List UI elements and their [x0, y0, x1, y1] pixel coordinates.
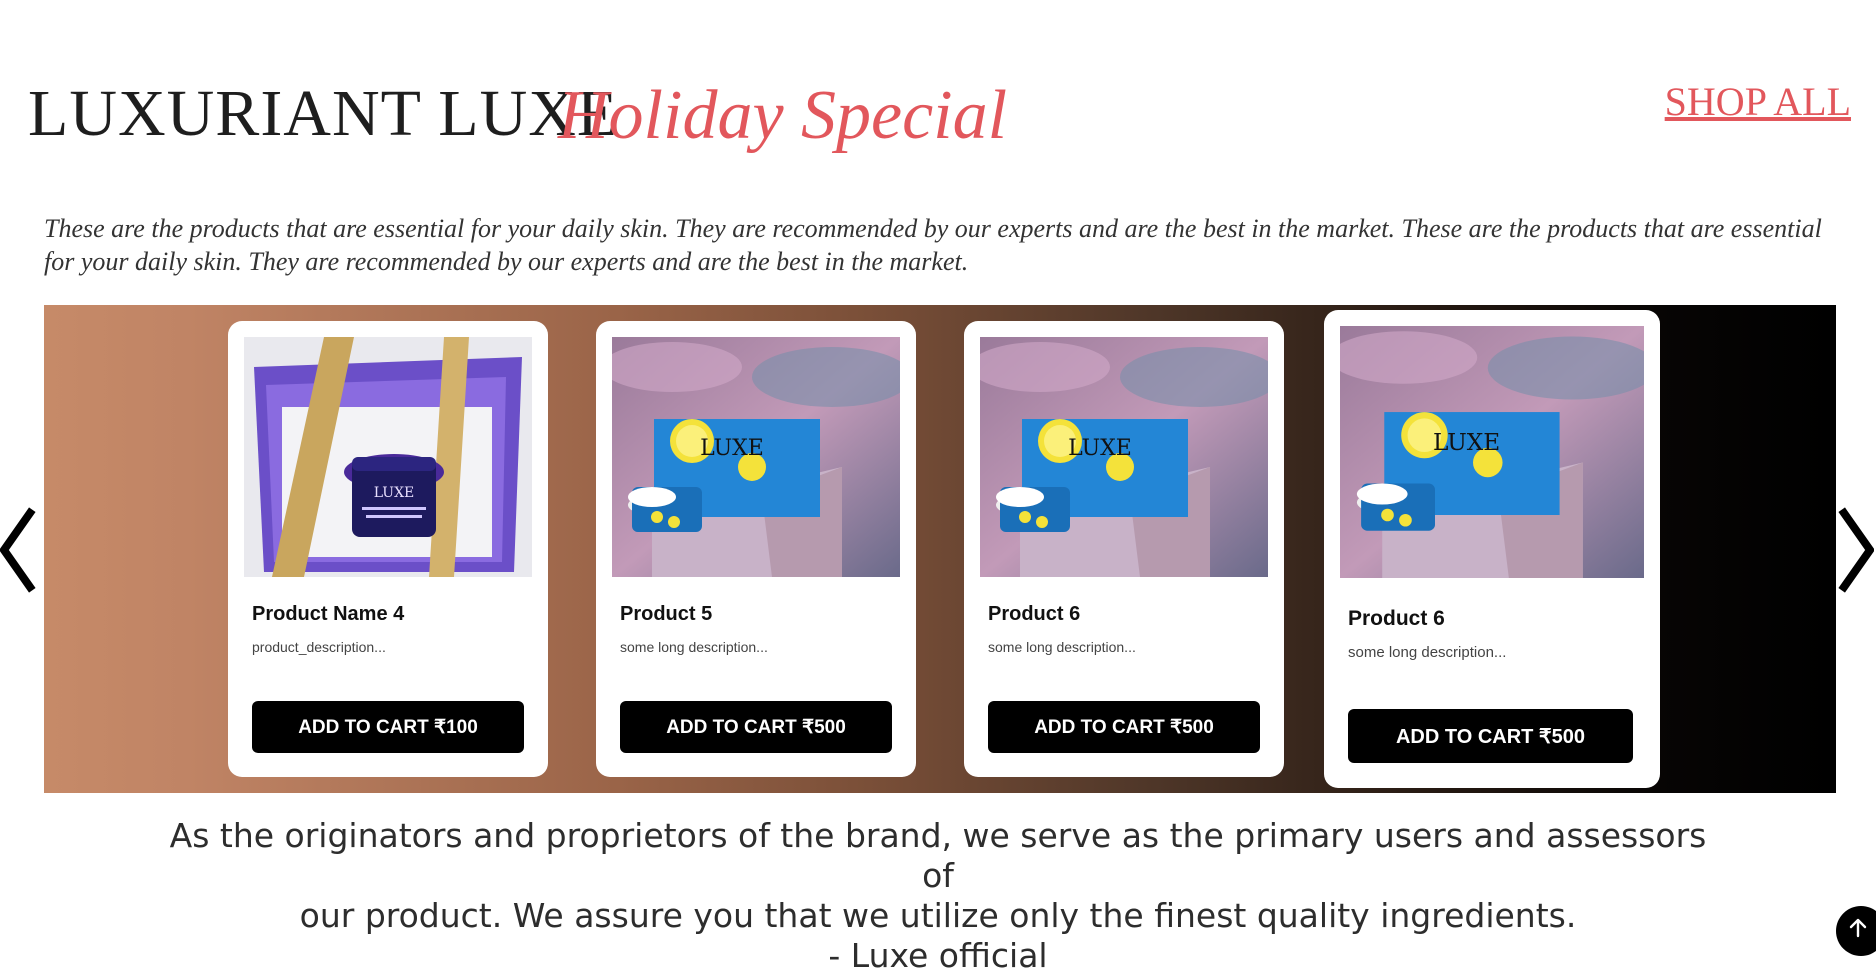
- product-card[interactable]: LUXE Product 5 some long description... …: [596, 321, 916, 777]
- product-card[interactable]: LUXE Product 6 some long description... …: [964, 321, 1284, 777]
- quote-signature: - Luxe official: [828, 936, 1048, 975]
- product-card[interactable]: LUXE Product Name 4 product_description.…: [228, 321, 548, 777]
- brand-quote: As the originators and proprietors of th…: [150, 816, 1726, 976]
- product-description: some long description...: [988, 639, 1136, 655]
- product-title[interactable]: Product Name 4: [252, 603, 404, 626]
- product-title[interactable]: Product 5: [620, 603, 712, 626]
- product-description: some long description...: [1348, 644, 1507, 661]
- product-description: product_description...: [252, 639, 386, 655]
- add-to-cart-button[interactable]: ADD TO CART ₹500: [988, 701, 1260, 753]
- purple-gift-box-jar-image[interactable]: LUXE: [244, 337, 532, 577]
- blue-lemon-box-jar-image[interactable]: LUXE: [612, 337, 900, 577]
- product-description: some long description...: [620, 639, 768, 655]
- arrow-up-icon: [1849, 918, 1867, 938]
- quote-line: our product. We assure you that we utili…: [299, 896, 1577, 935]
- svg-text:LUXE: LUXE: [1068, 436, 1132, 461]
- product-card[interactable]: LUXE Product 6 some long description... …: [1324, 310, 1660, 788]
- blue-lemon-box-jar-image[interactable]: LUXE: [980, 337, 1268, 577]
- product-title[interactable]: Product 6: [988, 603, 1080, 626]
- chevron-right-icon[interactable]: [1836, 505, 1875, 595]
- add-to-cart-button[interactable]: ADD TO CART ₹500: [620, 701, 892, 753]
- add-to-cart-button[interactable]: ADD TO CART ₹500: [1348, 709, 1633, 763]
- scroll-to-top-button[interactable]: [1836, 906, 1876, 956]
- quote-line: As the originators and proprietors of th…: [169, 816, 1707, 895]
- shop-all-link[interactable]: SHOP ALL: [1665, 78, 1851, 125]
- blue-lemon-box-jar-image[interactable]: LUXE: [1340, 326, 1644, 578]
- intro-text: These are the products that are essentia…: [44, 214, 1822, 276]
- brand-title: LUXURIANT LUXE: [28, 77, 619, 150]
- holiday-special-title: Holiday Special: [558, 77, 1008, 154]
- svg-text:LUXE: LUXE: [1433, 430, 1500, 456]
- product-title[interactable]: Product 6: [1348, 607, 1445, 631]
- svg-text:LUXE: LUXE: [700, 436, 764, 461]
- chevron-left-icon[interactable]: [0, 505, 38, 595]
- add-to-cart-button[interactable]: ADD TO CART ₹100: [252, 701, 524, 753]
- svg-text:LUXE: LUXE: [374, 485, 415, 501]
